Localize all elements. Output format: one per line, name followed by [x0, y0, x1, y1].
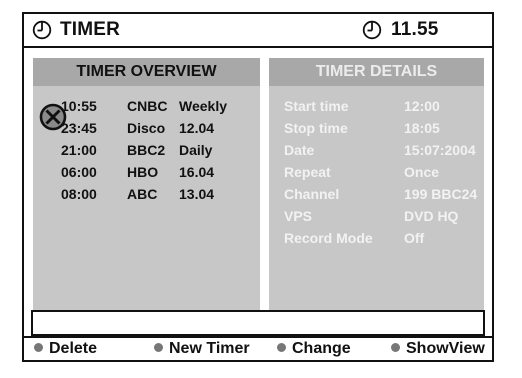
showview-button-label: ShowView [406, 340, 485, 357]
color-key-dot-icon [277, 343, 286, 353]
detail-label: Date [284, 142, 315, 158]
timer-time: 06:00 [61, 164, 97, 180]
timer-time: 23:45 [61, 120, 97, 136]
title-bar: TIMER 11.55 [24, 14, 492, 48]
change-button-label: Change [292, 340, 351, 357]
change-button[interactable]: Change [277, 340, 351, 358]
timer-channel: ABC [127, 186, 158, 202]
detail-value: Once [404, 164, 440, 180]
timer-channel: HBO [127, 164, 159, 180]
delete-button-label: Delete [49, 340, 98, 357]
detail-value: DVD HQ [404, 208, 459, 224]
detail-label: Repeat [284, 164, 331, 180]
detail-label: VPS [284, 208, 313, 224]
page-title: TIMER [60, 19, 121, 40]
timer-schedule: Weekly [179, 98, 227, 114]
color-key-dot-icon [391, 343, 400, 353]
clock-time: 11.55 [391, 19, 439, 40]
timer-time: 21:00 [61, 142, 97, 158]
detail-label: Record Mode [284, 230, 373, 246]
detail-value: 199 BBC24 [404, 186, 478, 202]
timer-channel: Disco [127, 120, 166, 136]
info-bar [31, 310, 485, 336]
detail-label: Channel [284, 186, 340, 202]
timer-channel: CNBC [127, 98, 168, 114]
timer-time: 10:55 [61, 98, 97, 114]
timer-details-panel: TIMER DETAILS Start time 12:00 Stop time… [269, 58, 484, 310]
timer-overview-panel: TIMER OVERVIEW 10:55 CNBC Weekly 23:45 D… [33, 58, 260, 310]
color-key-dot-icon [34, 343, 43, 353]
timer-channel: BBC2 [127, 142, 166, 158]
timer-details-title: TIMER DETAILS [269, 58, 484, 86]
detail-value: 15:07:2004 [404, 142, 476, 158]
timer-schedule: 13.04 [179, 186, 215, 202]
timer-time: 08:00 [61, 186, 97, 202]
timer-schedule: Daily [179, 142, 213, 158]
timer-overview-title: TIMER OVERVIEW [33, 58, 260, 86]
new-timer-button-label: New Timer [169, 340, 250, 357]
detail-value: 18:05 [404, 120, 440, 136]
footer-bar: Delete New Timer Change ShowView [24, 336, 492, 360]
color-key-dot-icon [154, 343, 163, 353]
timer-schedule: 16.04 [179, 164, 215, 180]
delete-button[interactable]: Delete [34, 340, 97, 358]
detail-label: Stop time [284, 120, 348, 136]
clock-icon [32, 20, 52, 40]
clock-icon [362, 20, 382, 40]
detail-value: 12:00 [404, 98, 440, 114]
showview-button[interactable]: ShowView [391, 340, 485, 358]
timer-window: TIMER 11.55 TIMER OVERVIEW 10:55 CNBC We… [22, 12, 494, 362]
detail-label: Start time [284, 98, 349, 114]
timer-schedule: 12.04 [179, 120, 215, 136]
new-timer-button[interactable]: New Timer [154, 340, 250, 358]
detail-value: Off [404, 230, 425, 246]
